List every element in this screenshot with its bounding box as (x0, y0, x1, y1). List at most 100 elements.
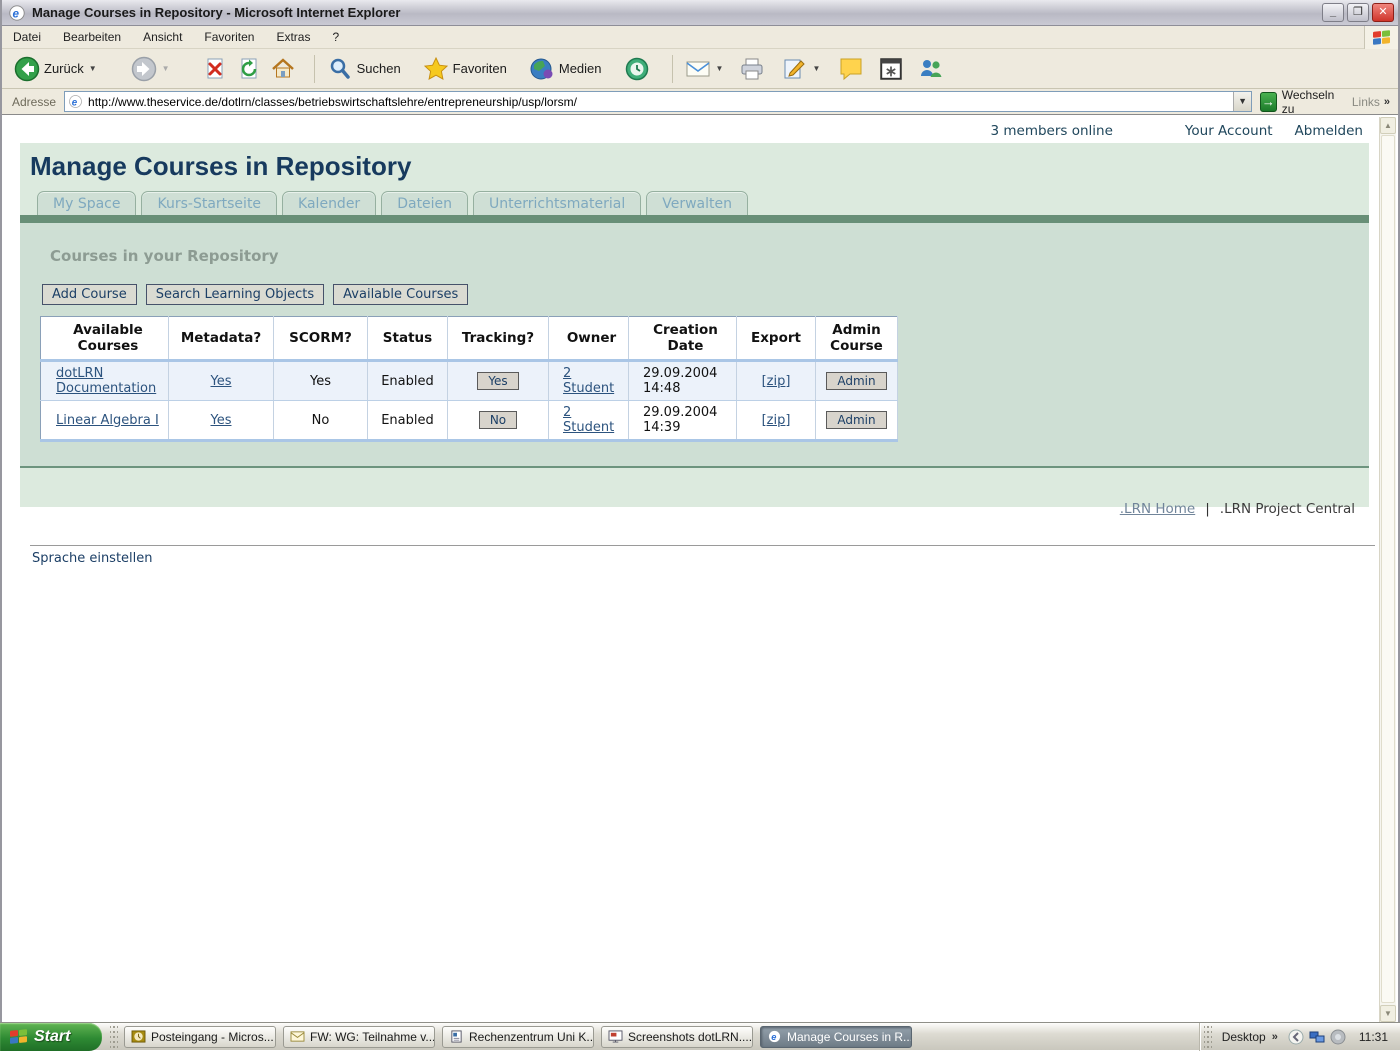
start-button[interactable]: Start (0, 1023, 102, 1051)
course-link[interactable]: Linear Algebra I (56, 413, 159, 428)
restore-button[interactable]: ❐ (1347, 3, 1369, 22)
menu-extras[interactable]: Extras (265, 27, 321, 47)
scorm-value: Yes (274, 361, 368, 401)
edit-button[interactable]: ▼ (777, 54, 824, 84)
links-chevron-icon[interactable]: » (1384, 96, 1390, 108)
course-link[interactable]: dotLRN Documentation (56, 366, 156, 396)
owner-link[interactable]: 2 Student (563, 405, 614, 435)
scrollbar-thumb[interactable] (1381, 135, 1395, 1003)
export-zip-link[interactable]: [zip] (762, 374, 791, 389)
col-metadata: Metadata? (169, 317, 274, 361)
favorites-label: Favoriten (453, 61, 507, 76)
mail-icon (685, 56, 711, 82)
col-tracking: Tracking? (448, 317, 549, 361)
stop-button[interactable] (198, 54, 232, 84)
address-dropdown-button[interactable]: ▼ (1233, 92, 1251, 111)
tab-kurs-startseite[interactable]: Kurs-Startseite (141, 191, 277, 215)
minimize-button[interactable]: _ (1322, 3, 1344, 22)
menu-datei[interactable]: Datei (2, 27, 52, 47)
taskbar-handle[interactable] (110, 1026, 118, 1048)
task-screenshots[interactable]: Screenshots dotLRN.... (601, 1026, 753, 1048)
search-icon (327, 56, 353, 82)
owner-link[interactable]: 2 Student (563, 366, 614, 396)
favorites-button[interactable]: Favoriten (419, 54, 511, 84)
tray-chevron-icon[interactable]: » (1272, 1031, 1278, 1043)
search-learning-objects-button[interactable]: Search Learning Objects (146, 284, 324, 305)
menu-favoriten[interactable]: Favoriten (193, 27, 265, 47)
forward-button[interactable]: ▼ (127, 54, 174, 84)
search-button[interactable]: Suchen (323, 54, 405, 84)
available-courses-button[interactable]: Available Courses (333, 284, 468, 305)
tab-kalender[interactable]: Kalender (282, 191, 376, 215)
browser-window: e Manage Courses in Repository - Microso… (0, 0, 1400, 1022)
mail-button[interactable]: ▼ (681, 54, 728, 84)
logout-link[interactable]: Abmelden (1295, 123, 1363, 139)
creation-date-value: 29.09.2004 14:48 (629, 361, 737, 401)
status-value: Enabled (368, 361, 448, 401)
task-mail-message[interactable]: FW: WG: Teilnahme v... (283, 1026, 435, 1048)
windows-logo-icon (1364, 26, 1398, 49)
scroll-down-button[interactable]: ▼ (1380, 1005, 1396, 1022)
close-button[interactable]: ✕ (1372, 3, 1394, 22)
tab-my-space[interactable]: My Space (37, 191, 136, 215)
tab-unterrichtsmaterial[interactable]: Unterrichtsmaterial (473, 191, 641, 215)
lrn-home-link[interactable]: .LRN Home (1120, 501, 1195, 517)
discuss-button[interactable] (834, 54, 868, 84)
tracking-button[interactable]: Yes (477, 372, 518, 390)
home-button[interactable] (266, 54, 300, 84)
media-button[interactable]: Medien (525, 54, 606, 84)
refresh-icon (236, 56, 262, 82)
start-label: Start (34, 1028, 70, 1046)
your-account-link[interactable]: Your Account (1185, 123, 1273, 139)
tray-handle[interactable] (1204, 1026, 1212, 1048)
footer-separator: | (1205, 501, 1210, 517)
back-dropdown-icon[interactable]: ▼ (89, 64, 97, 73)
menu-ansicht[interactable]: Ansicht (132, 27, 193, 47)
network-icon[interactable] (1309, 1029, 1325, 1045)
history-icon (624, 56, 650, 82)
admin-course-button[interactable]: Admin (826, 372, 886, 390)
tab-dateien[interactable]: Dateien (381, 191, 468, 215)
hide-icons-icon[interactable] (1288, 1029, 1304, 1045)
metadata-link[interactable]: Yes (211, 413, 232, 428)
page-scrollbar[interactable]: ▲ ▼ (1379, 117, 1396, 1022)
task-manage-courses-active[interactable]: e Manage Courses in R... (760, 1026, 912, 1048)
go-button[interactable]: → Wechseln zu (1260, 88, 1338, 116)
print-button[interactable] (735, 54, 769, 84)
forward-icon (131, 56, 157, 82)
toolbar-separator (672, 55, 673, 83)
menu-bearbeiten[interactable]: Bearbeiten (52, 27, 132, 47)
tab-verwalten[interactable]: Verwalten (646, 191, 748, 215)
creation-date-value: 29.09.2004 14:39 (629, 401, 737, 441)
export-zip-link[interactable]: [zip] (762, 413, 791, 428)
history-button[interactable] (620, 54, 654, 84)
task-rechenzentrum[interactable]: Rechenzentrum Uni K... (442, 1026, 594, 1048)
address-input[interactable]: e http://www.theservice.de/dotlrn/classe… (64, 91, 1252, 112)
refresh-button[interactable] (232, 54, 266, 84)
page-ie-icon: e (68, 94, 83, 109)
edit-dropdown-icon[interactable]: ▼ (812, 64, 820, 73)
messenger-button[interactable] (914, 54, 948, 84)
admin-course-button[interactable]: Admin (826, 411, 886, 429)
messenger-tray-icon[interactable] (1330, 1029, 1346, 1045)
metadata-link[interactable]: Yes (211, 374, 232, 389)
task-posteingang[interactable]: Posteingang - Micros... (124, 1026, 276, 1048)
taskbar: Start Posteingang - Micros... FW: WG: Te… (0, 1022, 1400, 1050)
col-admin-course: Admin Course (816, 317, 898, 361)
links-label[interactable]: Links (1352, 95, 1380, 109)
forward-dropdown-icon: ▼ (162, 64, 170, 73)
ie-task-icon: e (767, 1030, 782, 1043)
scroll-up-button[interactable]: ▲ (1380, 117, 1396, 134)
mail-dropdown-icon[interactable]: ▼ (716, 64, 724, 73)
lrn-project-central-link[interactable]: .LRN Project Central (1220, 501, 1355, 517)
menu-hilfe[interactable]: ? (321, 27, 350, 47)
desktop-toolbar-label[interactable]: Desktop (1222, 1030, 1266, 1044)
sidebar-panel-button[interactable] (876, 56, 906, 82)
svg-text:e: e (771, 1032, 776, 1042)
favorites-star-icon (423, 56, 449, 82)
windows-flag-icon (10, 1029, 27, 1044)
set-language-link[interactable]: Sprache einstellen (32, 551, 153, 566)
tracking-button[interactable]: No (479, 411, 517, 429)
back-button[interactable]: Zurück ▼ (10, 54, 101, 84)
add-course-button[interactable]: Add Course (42, 284, 137, 305)
